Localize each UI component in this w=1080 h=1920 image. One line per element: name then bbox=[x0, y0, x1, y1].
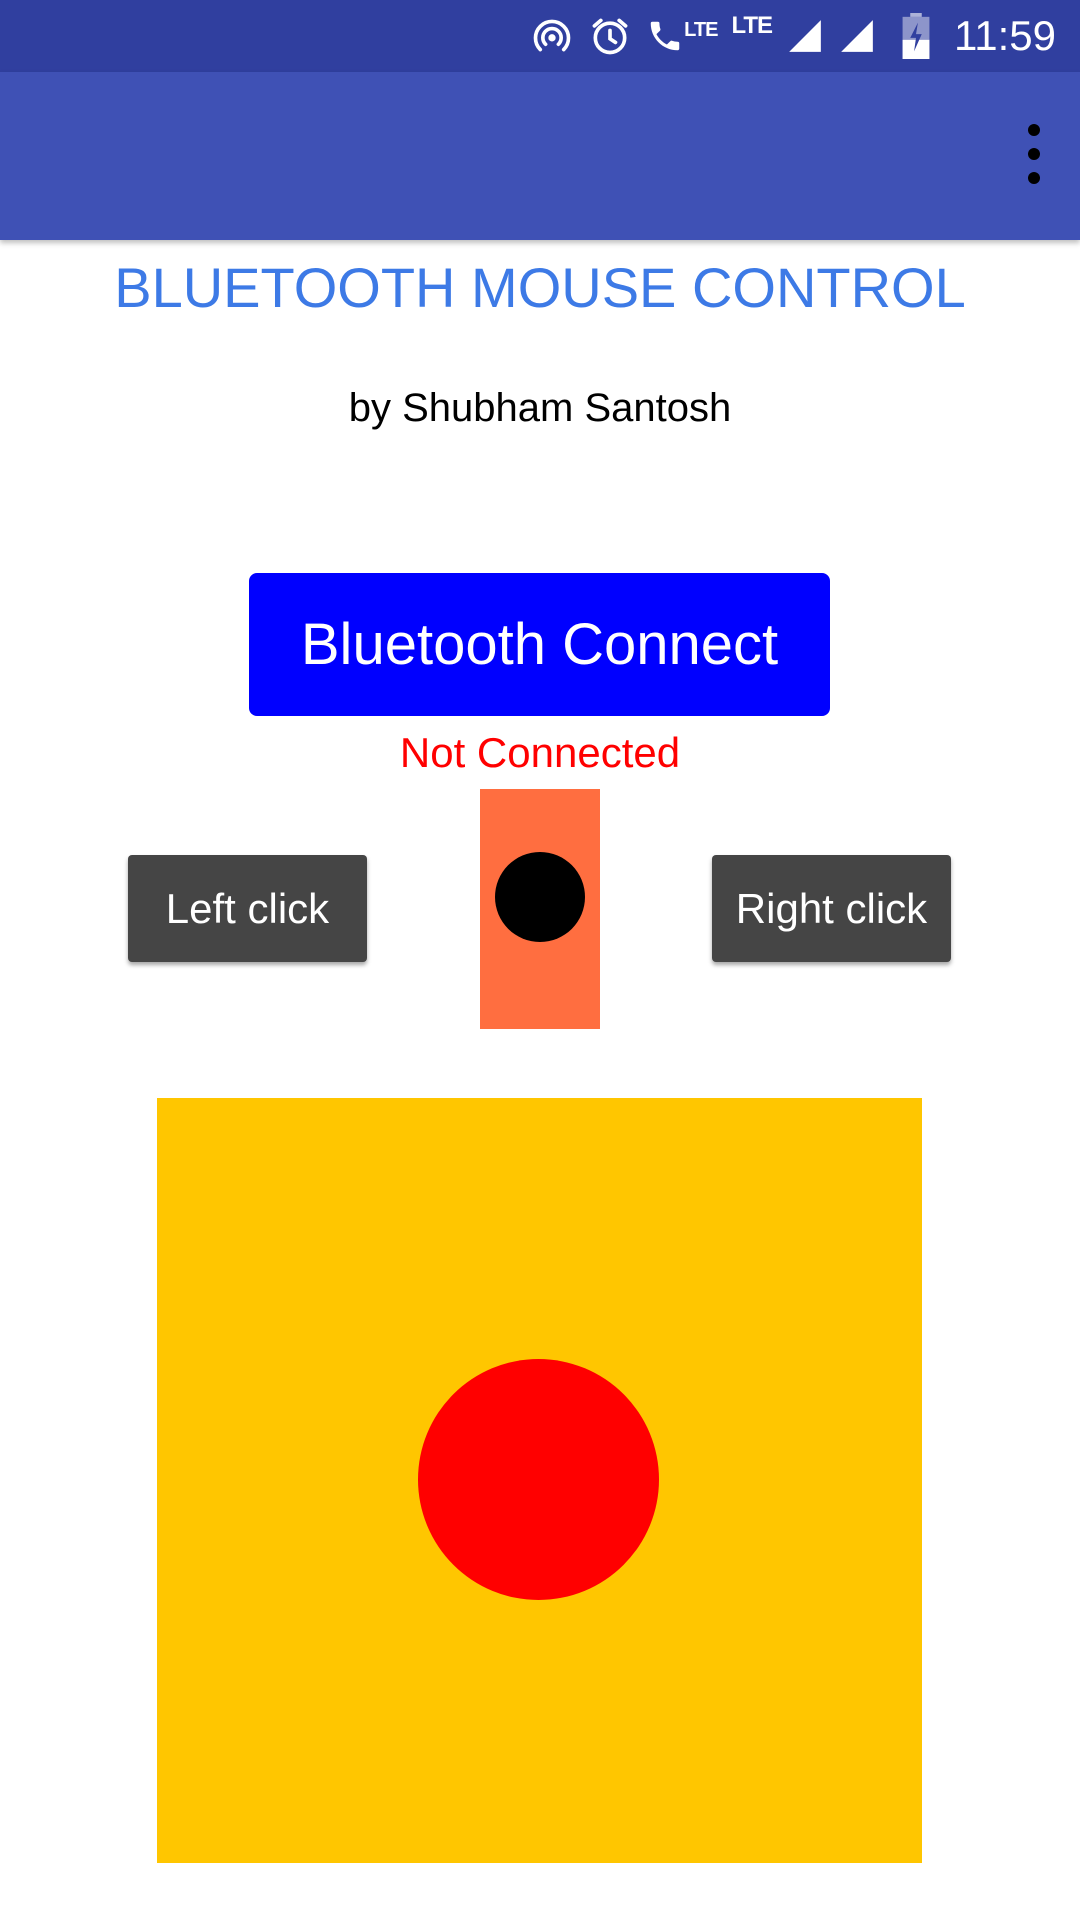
lte-label: LTE bbox=[684, 19, 718, 41]
status-time: 11:59 bbox=[954, 12, 1056, 59]
lte-label: LTE bbox=[731, 12, 773, 39]
right-click-button[interactable]: Right click bbox=[712, 855, 951, 962]
author-label: by Shubham Santosh bbox=[348, 386, 732, 430]
app-bar bbox=[0, 72, 1080, 240]
alarm-icon bbox=[588, 14, 632, 58]
signal-icon bbox=[786, 17, 824, 55]
app-screen: LTE LTE 11:59 BLUETOOTH MOUSE CONTROL by… bbox=[0, 0, 1080, 1920]
signal-icon bbox=[838, 17, 876, 55]
battery-charging-icon bbox=[902, 13, 930, 59]
touchpad-knob[interactable] bbox=[418, 1359, 659, 1600]
scroll-strip[interactable] bbox=[480, 789, 600, 1029]
scroll-knob[interactable] bbox=[495, 852, 585, 942]
touchpad-area[interactable] bbox=[157, 1098, 922, 1863]
status-icons: LTE LTE 11:59 bbox=[530, 0, 1056, 72]
status-bar: LTE LTE 11:59 bbox=[0, 0, 1080, 72]
connection-status: Not Connected bbox=[399, 729, 681, 776]
page-title: BLUETOOTH MOUSE CONTROL bbox=[114, 256, 966, 319]
hotspot-icon bbox=[530, 14, 574, 58]
bluetooth-connect-button[interactable]: Bluetooth Connect bbox=[249, 573, 830, 716]
volte-call-icon: LTE bbox=[646, 14, 718, 58]
left-click-button[interactable]: Left click bbox=[128, 855, 367, 962]
more-vert-icon[interactable] bbox=[1016, 124, 1052, 184]
